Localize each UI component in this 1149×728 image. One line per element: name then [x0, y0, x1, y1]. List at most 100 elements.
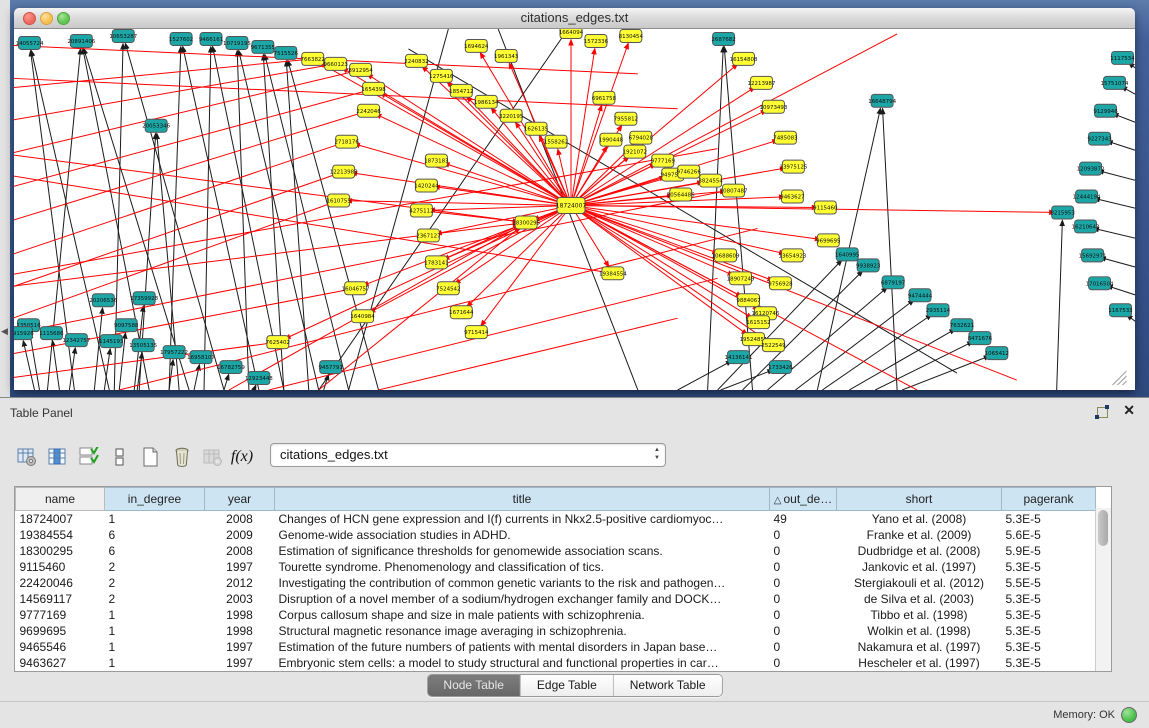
graph-node[interactable]: 20564486: [667, 188, 695, 201]
tab-node-table[interactable]: Node Table: [427, 675, 521, 696]
graph-node[interactable]: 17016504: [1086, 277, 1114, 290]
table-header-row[interactable]: name in_degree year title △out_de… short…: [16, 488, 1096, 511]
graph-node[interactable]: 7632621: [950, 319, 974, 332]
graph-node[interactable]: 2240832: [404, 54, 428, 67]
graph-node[interactable]: 18724007: [556, 198, 587, 214]
graph-node[interactable]: 15751074: [1101, 76, 1129, 89]
graph-node[interactable]: 3220195: [499, 109, 523, 122]
window-titlebar[interactable]: citations_edges.txt: [14, 8, 1135, 29]
graph-node[interactable]: 1733426: [768, 361, 793, 374]
memory-ok-indicator-icon[interactable]: [1121, 707, 1137, 723]
graph-node[interactable]: 7524542: [436, 282, 460, 295]
graph-node[interactable]: 9115460: [813, 201, 838, 214]
graph-node[interactable]: 1275416: [429, 69, 454, 82]
graph-node[interactable]: 2522549: [761, 339, 786, 352]
graph-node[interactable]: 1671644: [449, 306, 474, 319]
graph-node[interactable]: 6879197: [881, 276, 906, 289]
column-header-pagerank[interactable]: pagerank: [1002, 488, 1096, 511]
table-row[interactable]: 977716911998Corpus callosum shape and si…: [16, 607, 1096, 623]
graph-node[interactable]: 2367127: [416, 229, 441, 242]
graph-node[interactable]: 4275112: [409, 204, 433, 217]
graph-node[interactable]: 9699695: [816, 234, 840, 247]
window-resize-grip[interactable]: [1113, 371, 1127, 385]
graph-node[interactable]: 10807487: [720, 184, 748, 197]
graph-node[interactable]: 18300295: [512, 216, 540, 229]
graph-node[interactable]: 10653287: [109, 29, 137, 42]
graph-node[interactable]: 7625402: [266, 336, 290, 349]
graph-node[interactable]: 9660123: [323, 57, 348, 70]
graph-node[interactable]: 1654398: [361, 82, 386, 95]
graph-node[interactable]: 1572336: [584, 34, 609, 47]
graph-node[interactable]: 3915926: [14, 327, 34, 340]
function-builder-icon[interactable]: f(x): [231, 444, 257, 470]
graph-node[interactable]: 16210643: [1072, 220, 1100, 233]
graph-node[interactable]: 1961343: [494, 49, 519, 62]
graph-node[interactable]: 2935114: [926, 304, 951, 317]
graph-node[interactable]: 17957222: [160, 346, 188, 359]
graph-node[interactable]: 18907249: [727, 272, 755, 285]
citation-network-graph[interactable]: 1405572420891406106532871527602946616110…: [14, 29, 1135, 390]
graph-node[interactable]: 2718176: [334, 135, 359, 148]
toggle-view-icon[interactable]: [107, 444, 133, 470]
graph-node[interactable]: 6794028: [629, 131, 654, 144]
graph-node[interactable]: 12213987: [748, 76, 776, 89]
graph-node[interactable]: 19384554: [599, 267, 627, 280]
panel-collapse-arrow-icon[interactable]: ◀: [1, 326, 8, 337]
graph-node[interactable]: 9463627: [780, 190, 805, 203]
graph-node[interactable]: 1854712: [449, 84, 473, 97]
graph-node[interactable]: 1167533: [1108, 304, 1133, 317]
graph-node[interactable]: 1783141: [424, 256, 448, 269]
graph-node[interactable]: 2687682: [711, 32, 735, 45]
column-header-name[interactable]: name: [16, 488, 105, 511]
graph-node[interactable]: 16782759: [217, 361, 245, 374]
graph-node[interactable]: 1558262: [544, 135, 568, 148]
graph-node[interactable]: 10719195: [223, 36, 251, 49]
delete-table-icon[interactable]: [200, 444, 226, 470]
column-header-title[interactable]: title: [275, 488, 770, 511]
graph-node[interactable]: 16648794: [868, 94, 896, 107]
network-view-window[interactable]: citations_edges.txt 14055724208914061065…: [14, 8, 1135, 390]
graph-node[interactable]: 17359928: [130, 292, 158, 305]
graph-node[interactable]: 6961758: [592, 91, 617, 104]
graph-node[interactable]: 14136141: [725, 351, 753, 364]
graph-node[interactable]: 1610755: [326, 194, 350, 207]
graph-node[interactable]: 9457791: [318, 361, 342, 374]
graph-node[interactable]: 12213983: [330, 165, 358, 178]
graph-node[interactable]: 14055724: [16, 36, 44, 49]
graph-node[interactable]: 1664094: [559, 29, 584, 38]
table-row[interactable]: 1938455462009Genome-wide association stu…: [16, 527, 1096, 543]
graph-node[interactable]: 1921072: [623, 145, 647, 158]
graph-node[interactable]: 1615152: [746, 316, 770, 329]
graph-node[interactable]: 9474444: [908, 289, 933, 302]
table-scrollbar[interactable]: [1095, 508, 1111, 671]
graph-node[interactable]: 1986134: [474, 95, 499, 108]
graph-node[interactable]: 7955812: [614, 112, 638, 125]
select-rows-icon[interactable]: [76, 444, 102, 470]
graph-node[interactable]: 7485083: [773, 131, 798, 144]
network-table-dropdown[interactable]: citations_edges.txt ▲▼: [270, 443, 666, 467]
graph-node[interactable]: 10688609: [712, 249, 740, 262]
delete-column-icon[interactable]: [169, 444, 195, 470]
graph-node[interactable]: 12444194: [1073, 190, 1101, 203]
show-columns-icon[interactable]: [45, 444, 71, 470]
graph-node[interactable]: 1640995: [835, 248, 859, 261]
graph-node[interactable]: 3824554: [698, 174, 723, 187]
graph-node[interactable]: 9129946: [1093, 104, 1118, 117]
table-row[interactable]: 1830029562008Estimation of significance …: [16, 543, 1096, 559]
graph-node[interactable]: 8130454: [619, 29, 644, 42]
graph-node[interactable]: 8471676: [968, 332, 993, 345]
graph-node[interactable]: 12093872: [1077, 162, 1105, 175]
column-header-out-degree[interactable]: △out_de…: [770, 488, 837, 511]
graph-node[interactable]: 1990448: [599, 133, 624, 146]
float-panel-icon[interactable]: [1095, 405, 1109, 419]
graph-node[interactable]: 1626135: [524, 122, 548, 135]
table-row[interactable]: 946554611997Estimation of the future num…: [16, 639, 1096, 655]
graph-node[interactable]: 20053346: [142, 119, 170, 132]
graph-node[interactable]: 16958107: [187, 351, 215, 364]
graph-node[interactable]: 13654923: [778, 249, 806, 262]
column-header-in-degree[interactable]: in_degree: [105, 488, 205, 511]
table-row[interactable]: 969969511998Structural magnetic resonanc…: [16, 623, 1096, 639]
graph-node[interactable]: 9227343: [1087, 132, 1112, 145]
graph-node[interactable]: 10973493: [760, 100, 788, 113]
graph-node[interactable]: 7515526: [274, 46, 299, 59]
